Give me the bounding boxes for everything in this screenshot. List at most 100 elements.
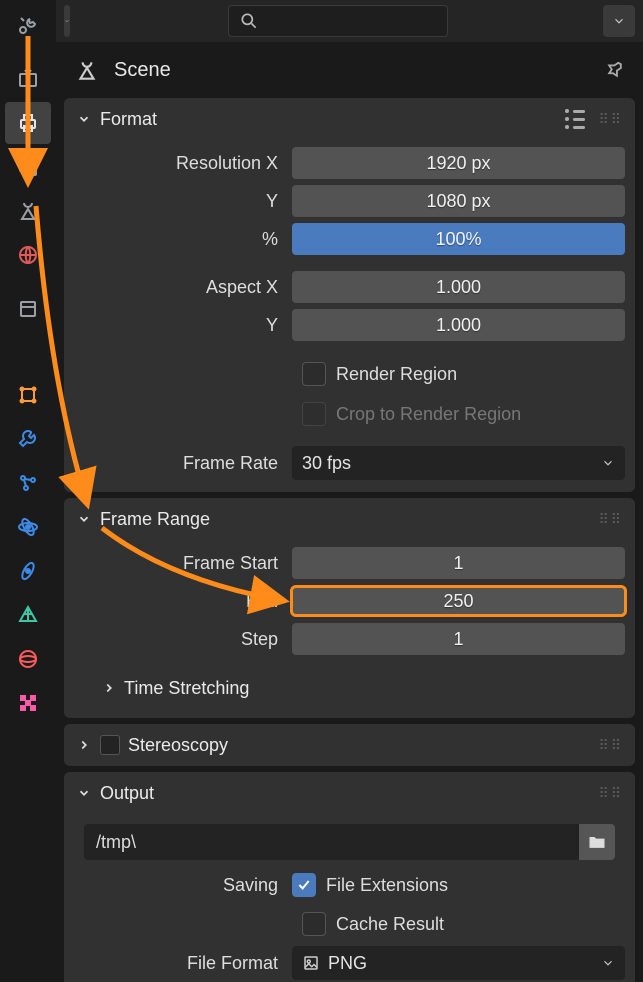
folder-icon bbox=[587, 832, 607, 852]
sidebar-item-texture[interactable] bbox=[5, 682, 51, 724]
checker-icon bbox=[16, 691, 40, 715]
checkbox-stereoscopy-enable[interactable] bbox=[100, 735, 120, 755]
properties-tab-sidebar bbox=[0, 0, 56, 982]
sidebar-item-viewlayer[interactable] bbox=[5, 146, 51, 188]
search-input[interactable] bbox=[228, 5, 448, 37]
label-cache-result: Cache Result bbox=[336, 914, 444, 935]
checkbox-file-extensions[interactable] bbox=[292, 873, 316, 897]
panel-output: Output ⠿⠿ /tmp\ Saving bbox=[64, 772, 635, 982]
panel-header-frame-range[interactable]: Frame Range ⠿⠿ bbox=[64, 498, 635, 540]
panel-title: Format bbox=[100, 109, 157, 130]
field-aspect-x[interactable]: 1.000 bbox=[292, 271, 625, 303]
globe-icon bbox=[16, 243, 40, 267]
label-saving: Saving bbox=[74, 875, 284, 896]
field-frame-step[interactable]: 1 bbox=[292, 623, 625, 655]
panel-title: Frame Range bbox=[100, 509, 210, 530]
sidebar-item-world[interactable] bbox=[5, 234, 51, 276]
chevron-down-icon bbox=[601, 956, 615, 970]
label-frame-rate: Frame Rate bbox=[74, 453, 284, 474]
browse-folder-button[interactable] bbox=[579, 824, 615, 860]
sidebar-item-render[interactable] bbox=[5, 58, 51, 100]
sidebar-item-tool[interactable] bbox=[5, 4, 51, 46]
check-icon bbox=[296, 877, 312, 893]
label-frame-step: Step bbox=[74, 629, 284, 650]
scene-context-icon bbox=[74, 57, 100, 83]
sidebar-item-constraints[interactable] bbox=[5, 550, 51, 592]
label-file-extensions: File Extensions bbox=[326, 875, 448, 896]
subpanel-time-stretching[interactable]: Time Stretching bbox=[74, 670, 625, 706]
sidebar-item-particles[interactable] bbox=[5, 462, 51, 504]
subpanel-title: Time Stretching bbox=[124, 678, 249, 699]
sidebar-item-mesh[interactable] bbox=[5, 594, 51, 636]
sidebar-item-physics[interactable] bbox=[5, 506, 51, 548]
panel-presets-button[interactable] bbox=[562, 106, 588, 132]
box-icon bbox=[16, 297, 40, 321]
chevron-down-icon bbox=[76, 511, 92, 527]
chevron-right-icon bbox=[76, 737, 92, 753]
sidebar-item-modifier[interactable] bbox=[5, 418, 51, 460]
chevron-down-icon bbox=[76, 111, 92, 127]
drag-handle-icon[interactable]: ⠿⠿ bbox=[598, 737, 623, 754]
sidebar-item-collection[interactable] bbox=[5, 288, 51, 330]
label-frame-end: End bbox=[74, 591, 284, 612]
panel-header-stereoscopy[interactable]: Stereoscopy ⠿⠿ bbox=[64, 724, 635, 766]
panel-header-format[interactable]: Format ⠿⠿ bbox=[64, 98, 635, 140]
panel-stereoscopy: Stereoscopy ⠿⠿ bbox=[64, 724, 635, 766]
field-resolution-pct[interactable]: 100% bbox=[292, 223, 625, 255]
droplet-cone-icon bbox=[16, 199, 40, 223]
drag-handle-icon[interactable]: ⠿⠿ bbox=[598, 511, 623, 528]
drag-handle-icon[interactable]: ⠿⠿ bbox=[598, 785, 623, 802]
printer-icon bbox=[16, 111, 40, 135]
properties-scroll: Format ⠿⠿ Resolution X 1920 px Y bbox=[56, 98, 643, 982]
label-file-format: File Format bbox=[74, 953, 284, 974]
pin-button[interactable] bbox=[601, 56, 629, 84]
output-path-value: /tmp\ bbox=[96, 832, 136, 853]
context-title: Scene bbox=[114, 59, 171, 82]
label-crop-region: Crop to Render Region bbox=[336, 404, 521, 425]
editor-type-selector[interactable] bbox=[64, 5, 70, 37]
options-dropdown[interactable] bbox=[603, 5, 635, 37]
output-path-input[interactable]: /tmp\ bbox=[84, 824, 579, 860]
label-resolution-y: Y bbox=[74, 191, 284, 212]
sidebar-item-material[interactable] bbox=[5, 638, 51, 680]
checkbox-crop-region[interactable] bbox=[302, 402, 326, 426]
sidebar-item-object[interactable] bbox=[5, 374, 51, 416]
tv-icon bbox=[16, 67, 40, 91]
context-header: Scene bbox=[56, 42, 643, 98]
particles-icon bbox=[16, 471, 40, 495]
field-aspect-y[interactable]: 1.000 bbox=[292, 309, 625, 341]
wrench-icon bbox=[16, 427, 40, 451]
chevron-down-icon bbox=[601, 456, 615, 470]
wrench-screwdriver-icon bbox=[16, 13, 40, 37]
checkbox-cache-result[interactable] bbox=[302, 912, 326, 936]
images-icon bbox=[16, 155, 40, 179]
field-frame-end[interactable]: 250 bbox=[290, 585, 627, 617]
panel-title: Output bbox=[100, 783, 154, 804]
field-resolution-x[interactable]: 1920 px bbox=[292, 147, 625, 179]
pin-icon bbox=[604, 59, 626, 81]
sidebar-item-output[interactable] bbox=[5, 102, 51, 144]
panel-format: Format ⠿⠿ Resolution X 1920 px Y bbox=[64, 98, 635, 492]
sidebar-item-scene[interactable] bbox=[5, 190, 51, 232]
square-select-icon bbox=[16, 383, 40, 407]
panel-title: Stereoscopy bbox=[128, 735, 228, 756]
link-icon bbox=[16, 559, 40, 583]
frame-rate-value: 30 fps bbox=[302, 453, 351, 474]
field-file-format[interactable]: PNG bbox=[292, 946, 625, 980]
panel-header-output[interactable]: Output ⠿⠿ bbox=[64, 772, 635, 814]
field-resolution-y[interactable]: 1080 px bbox=[292, 185, 625, 217]
label-render-region: Render Region bbox=[336, 364, 457, 385]
sphere-icon bbox=[16, 647, 40, 671]
properties-main: Scene Format ⠿⠿ bbox=[56, 0, 643, 982]
label-resolution-pct: % bbox=[74, 229, 284, 250]
chevron-down-icon bbox=[64, 14, 70, 28]
field-frame-start[interactable]: 1 bbox=[292, 547, 625, 579]
search-icon bbox=[239, 11, 259, 31]
label-aspect-x: Aspect X bbox=[74, 277, 284, 298]
field-frame-rate[interactable]: 30 fps bbox=[292, 446, 625, 480]
triangle-mesh-icon bbox=[16, 603, 40, 627]
atom-icon bbox=[16, 515, 40, 539]
chevron-down-icon bbox=[612, 14, 626, 28]
checkbox-render-region[interactable] bbox=[302, 362, 326, 386]
drag-handle-icon[interactable]: ⠿⠿ bbox=[598, 111, 623, 128]
